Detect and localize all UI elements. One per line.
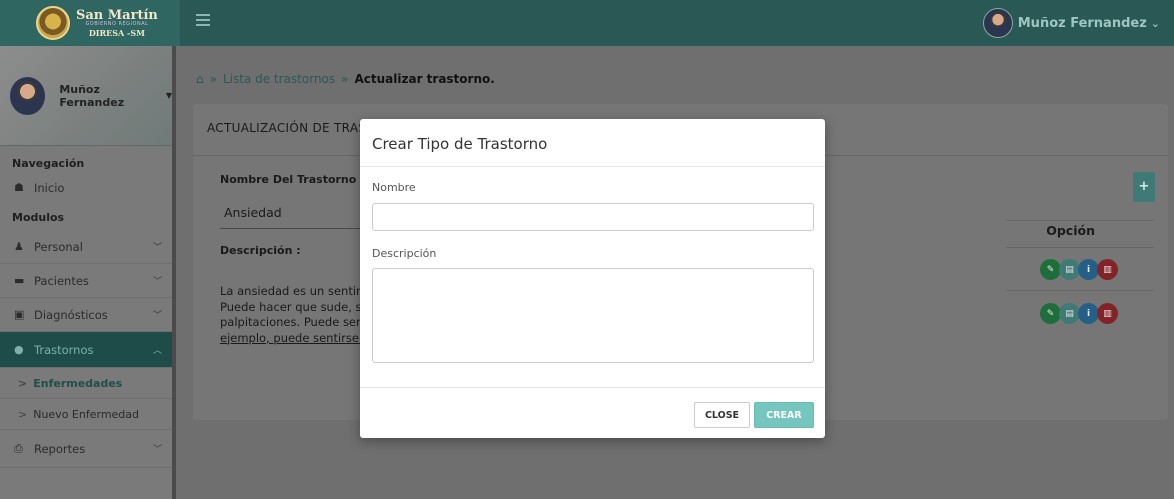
sidebar: Muñoz Fernandez ▼ Navegación ☗ Inicio Mo… [0,46,176,499]
sidebar-item-label: Diagnósticos [34,307,108,322]
print-icon: ⎙ [14,441,23,455]
sidebar-subitem-enfermedades[interactable]: > Enfermedades [0,368,172,399]
sidebar-item-personal[interactable]: ♟ Personal ﹀ [0,230,172,264]
modal-name-label: Nombre [372,181,416,194]
brand-subtitle: GOBIERNO REGIONAL [85,21,149,27]
sidebar-item-reportes[interactable]: ⎙ Reportes ﹀ [0,430,172,468]
chevron-down-icon: ﹀ [152,445,162,455]
sidebar-subitem-label: Enfermedades [33,376,123,390]
chevron-right-icon: > [18,376,28,390]
user-tie-icon: ♟ [14,240,24,253]
table-row: ✎ ▤ i ▥ [1040,259,1118,280]
table-divider [1006,290,1154,291]
modules-heading: Modulos [12,211,65,224]
desc-line: La ansiedad es un sentim [220,284,368,298]
view-button[interactable]: ▤ [1059,259,1080,280]
caret-down-icon[interactable]: ▼ [166,91,172,100]
nav-heading: Navegación [12,157,85,170]
sidebar-item-label: Reportes [34,441,86,456]
desc-label: Descripción : [220,244,301,257]
sidebar-item-label: Personal [34,239,83,254]
pencil-icon: ✎ [1046,264,1055,275]
hamburger-menu-icon[interactable] [196,14,210,26]
sidebar-item-trastornos[interactable]: ● Trastornos ︿ [0,332,172,368]
info-icon: i [1086,264,1091,275]
delete-button[interactable]: ▥ [1097,303,1118,324]
info-icon: i [1086,308,1091,319]
sidebar-item-label: Pacientes [34,273,89,288]
create-button[interactable]: CREAR [754,402,814,428]
sidebar-subitem-nuevo-enfermedad[interactable]: > Nuevo Enfermedad [0,399,172,430]
modal-name-input[interactable] [372,203,814,231]
breadcrumb-current: Actualizar trastorno. [354,72,495,86]
trash-icon: ▥ [1103,308,1112,319]
delete-button[interactable]: ▥ [1097,259,1118,280]
home-icon[interactable]: ⌂ [196,72,204,86]
info-button[interactable]: i [1078,303,1099,324]
modal-desc-textarea[interactable] [372,268,814,363]
close-button[interactable]: CLOSE [694,402,750,428]
profile-name[interactable]: Muñoz Fernandez [59,83,161,109]
desc-line: palpitaciones. Puede ser [220,315,361,329]
table-row: ✎ ▤ i ▥ [1040,303,1118,324]
modal-title: Crear Tipo de Trastorno [360,119,825,167]
sidebar-item-pacientes[interactable]: ▬ Pacientes ﹀ [0,264,172,298]
breadcrumb-separator: » [341,72,349,86]
name-underline [220,228,370,229]
breadcrumb: ⌂ » Lista de trastornos » Actualizar tra… [196,72,495,86]
chevron-down-icon: ﹀ [152,243,162,253]
name-value[interactable]: Ansiedad [224,205,282,220]
sidebar-item-diagnosticos[interactable]: ▣ Diagnósticos ﹀ [0,298,172,332]
edit-button[interactable]: ✎ [1040,303,1061,324]
modal-footer: CLOSE CREAR [360,387,825,438]
chevron-up-icon: ︿ [152,346,162,356]
name-label: Nombre Del Trastorno : [220,173,365,186]
breadcrumb-separator: » [209,72,217,86]
list-icon: ▤ [1065,308,1074,319]
sidebar-subitem-label: Nuevo Enfermedad [33,407,140,421]
home-icon: ☗ [14,181,24,194]
list-icon: ▤ [1065,264,1074,275]
user-menu[interactable]: Muñoz Fernandez ⌄ [982,8,1160,38]
desc-value[interactable]: La ansiedad es un sentim Puede hacer que… [220,284,370,346]
bed-icon: ▬ [14,274,25,287]
chevron-down-icon: ⌄ [1150,16,1160,30]
brand-text: San Martín GOBIERNO REGIONAL DIRESA -SM [76,9,158,37]
chevron-right-icon: > [18,407,28,421]
view-button[interactable]: ▤ [1059,303,1080,324]
chevron-down-icon: ﹀ [152,311,162,321]
brain-icon: ● [14,343,24,356]
sidebar-profile: Muñoz Fernandez ▼ [0,46,172,146]
top-navbar: San Martín GOBIERNO REGIONAL DIRESA -SM … [0,0,1174,46]
brand-logo[interactable]: San Martín GOBIERNO REGIONAL DIRESA -SM [0,0,180,46]
desc-line: ejemplo, puede sentirse a [220,330,370,345]
option-column-header: Opción [1046,223,1095,238]
breadcrumb-link-lista[interactable]: Lista de trastornos [223,72,335,86]
add-button[interactable]: + [1133,172,1155,202]
table-divider [1006,247,1154,248]
modal-desc-label: Descripción [372,247,437,260]
user-name: Muñoz Fernandez [1017,15,1147,31]
brand-region: DIRESA -SM [88,28,145,38]
edit-button[interactable]: ✎ [1040,259,1061,280]
chevron-down-icon: ﹀ [152,277,162,287]
info-button[interactable]: i [1078,259,1099,280]
desc-line: Puede hacer que sude, se [220,299,369,314]
trash-icon: ▥ [1103,264,1112,275]
pencil-icon: ✎ [1046,308,1055,319]
seal-icon [36,6,70,40]
sidebar-item-label: Trastornos [34,342,94,357]
create-disorder-type-modal: Crear Tipo de Trastorno Nombre Descripci… [360,119,825,438]
avatar [982,8,1013,38]
avatar [10,76,46,115]
sidebar-item-label: Inicio [34,180,65,195]
sidebar-item-inicio[interactable]: ☗ Inicio [0,172,172,203]
briefcase-medical-icon: ▣ [14,308,25,321]
table-divider [1006,220,1154,221]
